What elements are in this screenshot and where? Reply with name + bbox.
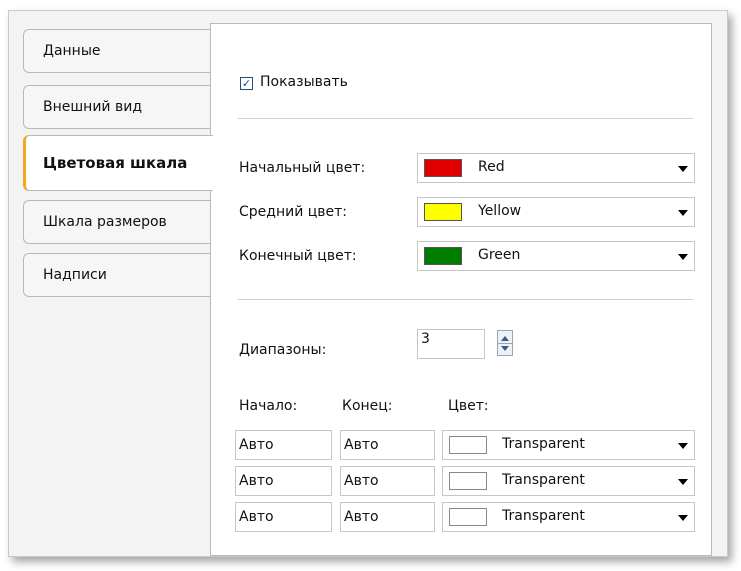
header-start: Начало:: [239, 398, 298, 414]
middle-color-value: Yellow: [478, 203, 522, 219]
range-end-value: Авто: [344, 473, 379, 489]
tab-labels[interactable]: Надписи: [23, 253, 211, 297]
end-color-value: Green: [478, 247, 521, 263]
chevron-down-icon: [678, 515, 688, 521]
green-swatch: [424, 247, 462, 265]
arrow-up-icon: [501, 336, 509, 341]
transparent-swatch: [449, 436, 487, 454]
tab-data[interactable]: Данные: [23, 29, 211, 73]
tab-appearance[interactable]: Внешний вид: [23, 85, 211, 129]
tab-label: Цветовая шкала: [43, 154, 188, 172]
range-start-input[interactable]: Авто: [235, 502, 332, 532]
ranges-value: 3: [421, 331, 430, 347]
transparent-swatch: [449, 472, 487, 490]
end-color-select[interactable]: Green: [417, 241, 695, 271]
arrow-down-icon: [501, 346, 509, 351]
yellow-swatch: [424, 203, 462, 221]
start-color-select[interactable]: Red: [417, 153, 695, 183]
range-color-select[interactable]: Transparent: [442, 502, 695, 532]
chevron-down-icon: [678, 479, 688, 485]
tab-color-scale[interactable]: Цветовая шкала: [23, 135, 213, 191]
separator: [238, 118, 693, 119]
chevron-down-icon: [678, 166, 688, 172]
chevron-down-icon: [678, 443, 688, 449]
tab-size-scale[interactable]: Шкала размеров: [23, 200, 211, 244]
show-checkbox[interactable]: ✓: [240, 77, 253, 90]
header-color: Цвет:: [448, 398, 489, 414]
range-color-value: Transparent: [502, 436, 585, 452]
settings-window: Данные Внешний вид Цветовая шкала Шкала …: [8, 10, 728, 557]
range-end-input[interactable]: Авто: [340, 430, 435, 460]
range-end-input[interactable]: Авто: [340, 502, 435, 532]
content-panel: ✓ Показывать Начальный цвет: Red Средний…: [210, 23, 712, 556]
range-color-value: Transparent: [502, 472, 585, 488]
start-color-value: Red: [478, 159, 505, 175]
ranges-label: Диапазоны:: [239, 342, 327, 358]
range-color-select[interactable]: Transparent: [442, 430, 695, 460]
tab-label: Шкала размеров: [43, 214, 167, 230]
show-label: Показывать: [260, 74, 348, 90]
transparent-swatch: [449, 508, 487, 526]
stepper-divider: [498, 343, 512, 344]
range-start-value: Авто: [239, 437, 274, 453]
tab-label: Внешний вид: [43, 99, 143, 115]
header-end: Конец:: [342, 398, 393, 414]
range-color-value: Transparent: [502, 508, 585, 524]
range-end-input[interactable]: Авто: [340, 466, 435, 496]
tab-label: Данные: [43, 43, 101, 59]
tab-label: Надписи: [43, 267, 107, 283]
end-color-label: Конечный цвет:: [239, 248, 357, 264]
range-start-value: Авто: [239, 473, 274, 489]
chevron-down-icon: [678, 210, 688, 216]
range-color-select[interactable]: Transparent: [442, 466, 695, 496]
range-start-input[interactable]: Авто: [235, 430, 332, 460]
middle-color-select[interactable]: Yellow: [417, 197, 695, 227]
ranges-stepper[interactable]: [497, 330, 513, 356]
range-end-value: Авто: [344, 437, 379, 453]
separator: [238, 299, 693, 300]
middle-color-label: Средний цвет:: [239, 204, 348, 220]
start-color-label: Начальный цвет:: [239, 160, 366, 176]
checkmark-icon: ✓: [241, 77, 252, 90]
range-start-input[interactable]: Авто: [235, 466, 332, 496]
ranges-input[interactable]: 3: [417, 329, 485, 359]
range-end-value: Авто: [344, 509, 379, 525]
red-swatch: [424, 159, 462, 177]
chevron-down-icon: [678, 254, 688, 260]
range-start-value: Авто: [239, 509, 274, 525]
